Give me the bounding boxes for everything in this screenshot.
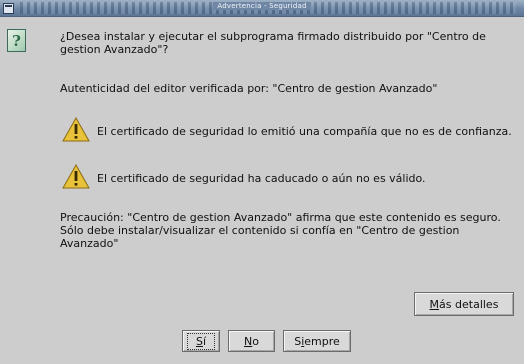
more-details-button[interactable]: Más detalles bbox=[414, 292, 514, 316]
caution-text-line2: Sólo debe instalar/visualizar el conteni… bbox=[60, 224, 460, 237]
caution-text-line1: Precaución: "Centro de gestion Avanzado"… bbox=[60, 211, 501, 224]
no-mnemonic: N bbox=[244, 334, 253, 348]
more-details-mnemonic: M bbox=[429, 297, 440, 311]
warning-text-untrusted-issuer: El certificado de seguridad lo emitió un… bbox=[97, 125, 512, 138]
question-text-line1: ¿Desea instalar y ejecutar el subprogram… bbox=[60, 30, 486, 43]
authenticity-text: Autenticidad del editor verificada por: … bbox=[60, 82, 438, 95]
question-icon: ? bbox=[7, 29, 26, 52]
always-first-letter: S bbox=[294, 334, 302, 348]
caution-text-line3: Avanzado" bbox=[60, 237, 119, 250]
yes-focus-ring: Sí bbox=[186, 332, 216, 350]
yes-button[interactable]: Sí bbox=[182, 330, 220, 352]
warning-text-expired: El certificado de seguridad ha caducado … bbox=[97, 172, 426, 185]
question-text-line2: gestion Avanzado"? bbox=[60, 43, 169, 56]
warning-icon bbox=[62, 117, 90, 142]
no-label: o bbox=[252, 334, 259, 348]
warning-icon bbox=[62, 164, 90, 189]
title-bar[interactable]: Advertencia - Seguridad bbox=[0, 0, 524, 17]
window-title: Advertencia - Seguridad bbox=[0, 2, 524, 10]
always-button[interactable]: Si empre bbox=[283, 330, 351, 352]
always-label: empre bbox=[304, 334, 340, 348]
no-button[interactable]: No bbox=[228, 330, 275, 352]
yes-mnemonic: S bbox=[195, 334, 203, 348]
yes-label: í bbox=[202, 334, 207, 348]
more-details-label: ás detalles bbox=[439, 297, 499, 311]
